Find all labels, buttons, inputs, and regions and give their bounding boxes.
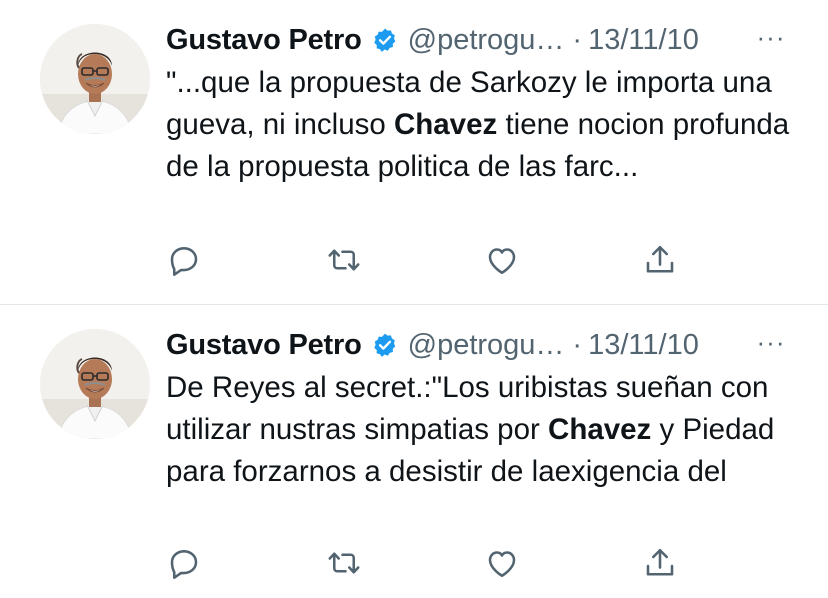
retweet-icon[interactable] [326,545,362,581]
tweet-text-bold: Chavez [393,108,498,141]
tweet[interactable]: Gustavo Petro @petrogu… · 13/11/10 ··· "… [0,0,828,304]
share-icon[interactable] [642,242,678,278]
share-icon[interactable] [642,545,678,581]
like-icon[interactable] [484,545,520,581]
tweet-date[interactable]: 13/11/10 [588,329,699,362]
author-name[interactable]: Gustavo Petro [166,329,362,362]
tweet-text: De Reyes al secret.:"Los uribistas sueña… [166,367,796,493]
tweet-header: Gustavo Petro @petrogu… · 13/11/10 ··· [166,20,806,60]
author-handle[interactable]: @petrogu… [408,329,565,362]
timeline-feed: Gustavo Petro @petrogu… · 13/11/10 ··· "… [0,0,828,598]
tweet-text: "...que la propuesta de Sarkozy le impor… [166,62,796,188]
separator-dot: · [572,23,583,56]
separator-dot: · [572,328,583,361]
reply-icon[interactable] [166,545,202,581]
tweet-text-bold: Chavez [548,413,652,446]
tweet-actions [166,545,706,585]
tweet-header: Gustavo Petro @petrogu… · 13/11/10 ··· [166,325,806,365]
like-icon[interactable] [484,242,520,278]
tweet-actions [166,242,706,282]
author-name[interactable]: Gustavo Petro [166,24,362,57]
author-handle[interactable]: @petrogu… [408,24,565,57]
avatar[interactable] [40,329,150,439]
reply-icon[interactable] [166,242,202,278]
avatar[interactable] [40,24,150,134]
ellipsis-icon[interactable]: ··· [751,327,791,357]
tweet[interactable]: Gustavo Petro @petrogu… · 13/11/10 ··· D… [0,305,828,598]
ellipsis-icon[interactable]: ··· [751,22,791,52]
tweet-date[interactable]: 13/11/10 [588,24,699,57]
verified-badge-icon [372,332,398,358]
verified-badge-icon [372,27,398,53]
retweet-icon[interactable] [326,242,362,278]
